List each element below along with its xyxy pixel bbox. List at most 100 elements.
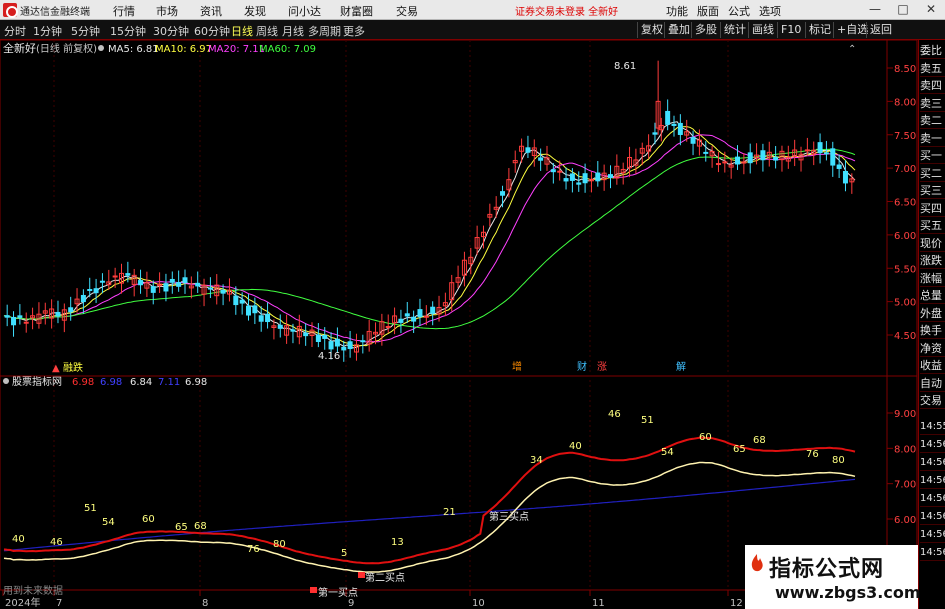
minimize-button[interactable]: — xyxy=(866,1,884,18)
sidebar-time-label: 14:56 xyxy=(920,544,945,561)
sidebar-item[interactable]: 卖四 xyxy=(920,77,945,94)
ma5-legend: MA5: 6.81 xyxy=(108,44,159,55)
ma5-line xyxy=(3,121,856,349)
sidebar-item[interactable]: 交易 xyxy=(920,392,945,409)
sidebar-time-label: 14:56 xyxy=(920,526,945,543)
sidebar-item[interactable]: 买三 xyxy=(920,182,945,199)
time-tick-label: 11 xyxy=(592,598,605,609)
candle-down xyxy=(735,156,741,165)
menu-shichang[interactable]: 市场 xyxy=(156,3,178,19)
candle-down xyxy=(677,122,683,135)
candle-down xyxy=(595,172,601,182)
sidebar-item[interactable]: 卖二 xyxy=(920,112,945,129)
menu-xuanxiang[interactable]: 选项 xyxy=(759,3,781,19)
menu-gongshi[interactable]: 公式 xyxy=(728,3,750,19)
period-daily[interactable]: 日线 xyxy=(231,23,253,39)
period-monthly[interactable]: 月线 xyxy=(282,23,304,39)
candle-up xyxy=(112,275,118,278)
period-1min[interactable]: 1分钟 xyxy=(33,23,62,39)
menu-faxian[interactable]: 发现 xyxy=(244,3,266,19)
candle-down xyxy=(550,169,556,173)
sidebar-item[interactable]: 涨幅 xyxy=(920,270,945,287)
menu-gongneng[interactable]: 功能 xyxy=(666,3,688,19)
ma20-line xyxy=(3,134,856,343)
ind-value-2: 6.98 xyxy=(100,377,122,388)
sidebar-item[interactable]: 涨跌 xyxy=(920,252,945,269)
sidebar-item[interactable]: 总量 xyxy=(920,287,945,304)
quote-sidebar: 委比 卖五 卖四 卖三 卖二 卖一 买一 买二 买三 买四 买五 现价 涨跌 涨幅 总量 外盘 换手 净资 收益 自动… xyxy=(918,40,945,609)
menu-banmian[interactable]: 版面 xyxy=(697,3,719,19)
login-notice[interactable]: 证券交易未登录 全新好 xyxy=(515,3,618,18)
sidebar-item[interactable]: 净资 xyxy=(920,340,945,357)
ma20-legend: MA20: 7.11 xyxy=(208,44,265,55)
adjust-mode: (日线 前复权) xyxy=(36,42,97,55)
sidebar-item[interactable]: 卖一 xyxy=(920,130,945,147)
tongji-button[interactable]: 统计 xyxy=(720,22,746,38)
fuquan-button[interactable]: 复权 xyxy=(637,22,663,38)
main-ytick-label: 5.50 xyxy=(894,264,916,275)
sidebar-item[interactable]: 买二 xyxy=(920,165,945,182)
period-multi[interactable]: 多周期 xyxy=(308,23,341,39)
period-30min[interactable]: 30分钟 xyxy=(153,23,189,39)
indicator-number-label: 60 xyxy=(142,514,155,525)
indicator-number-label: 54 xyxy=(661,447,674,458)
huaxian-button[interactable]: 画线 xyxy=(748,22,774,38)
sidebar-item[interactable]: 买五 xyxy=(920,217,945,234)
sidebar-item[interactable]: 买四 xyxy=(920,200,945,217)
maximize-button[interactable]: □ xyxy=(894,1,912,18)
sidebar-item[interactable]: 委比 xyxy=(920,42,945,59)
menu-hangqing[interactable]: 行情 xyxy=(113,3,135,19)
sidebar-time-label: 14:56 xyxy=(920,454,945,471)
sidebar-item[interactable]: 换手 xyxy=(920,322,945,339)
candle-down xyxy=(773,156,779,161)
sidebar-time-label: 14:55 xyxy=(920,418,945,435)
indicator-number-label: 68 xyxy=(194,521,207,532)
sidebar-item[interactable]: 卖三 xyxy=(920,95,945,112)
sidebar-item[interactable]: 收益 xyxy=(920,357,945,374)
sidebar-item[interactable]: 自动 xyxy=(920,375,945,392)
period-fenshi[interactable]: 分时 xyxy=(4,23,26,39)
sidebar-item[interactable]: 买一 xyxy=(920,147,945,164)
candle-down xyxy=(347,341,353,350)
kline-chart[interactable]: 全新好 (日线 前复权) MA5: 6.81 MA10: 6.97 MA20: … xyxy=(0,40,918,609)
biaoji-button[interactable]: 标记 xyxy=(805,22,831,38)
time-tick-label: 12 xyxy=(730,598,743,609)
menu-caifuquan[interactable]: 财富圈 xyxy=(340,3,373,19)
sidebar-item[interactable]: 卖五 xyxy=(920,60,945,77)
main-ytick-label: 6.00 xyxy=(894,231,916,242)
indicator-number-label: 51 xyxy=(641,415,654,426)
indicator-number-label: 76 xyxy=(806,449,819,460)
diejia-button[interactable]: 叠加 xyxy=(664,22,690,38)
candle-down xyxy=(500,191,506,196)
period-more[interactable]: 更多 xyxy=(343,23,365,39)
candle-down xyxy=(665,110,671,125)
menu-jiaoyi[interactable]: 交易 xyxy=(396,3,418,19)
indicator-number-label: 40 xyxy=(12,534,25,545)
indicator-number-label: 5 xyxy=(341,548,347,559)
buy-point-2-label: 第二买点 xyxy=(365,571,405,584)
menu-zixun[interactable]: 资讯 xyxy=(200,3,222,19)
indicator-number-label: 34 xyxy=(530,455,543,466)
candle-up xyxy=(23,321,29,324)
sidebar-item[interactable]: 现价 xyxy=(920,235,945,252)
close-button[interactable]: ✕ xyxy=(922,1,940,18)
period-15min[interactable]: 15分钟 xyxy=(110,23,146,39)
duogu-button[interactable]: 多股 xyxy=(691,22,717,38)
period-weekly[interactable]: 周线 xyxy=(256,23,278,39)
main-ytick-label: 7.50 xyxy=(894,131,916,142)
f10-button[interactable]: F10 xyxy=(777,22,801,38)
candle-down xyxy=(328,341,334,350)
back-button[interactable]: 返回 xyxy=(866,22,892,38)
period-5min[interactable]: 5分钟 xyxy=(71,23,100,39)
candle-down xyxy=(411,316,417,322)
menu-wenxiaoda[interactable]: 问小达 xyxy=(288,3,321,19)
high-price-label: 8.61 xyxy=(614,61,636,72)
candle-down xyxy=(322,334,328,339)
period-toolbar: 分时 1分钟 5分钟 15分钟 30分钟 60分钟 日线 周线 月线 多周期 更… xyxy=(0,20,945,40)
indicator-number-label: 60 xyxy=(699,432,712,443)
sidebar-item[interactable]: 外盘 xyxy=(920,305,945,322)
candle-down xyxy=(303,332,309,337)
add-watchlist-button[interactable]: +自选 xyxy=(833,22,868,38)
period-60min[interactable]: 60分钟 xyxy=(194,23,230,39)
time-tick-label: 9 xyxy=(348,598,354,609)
